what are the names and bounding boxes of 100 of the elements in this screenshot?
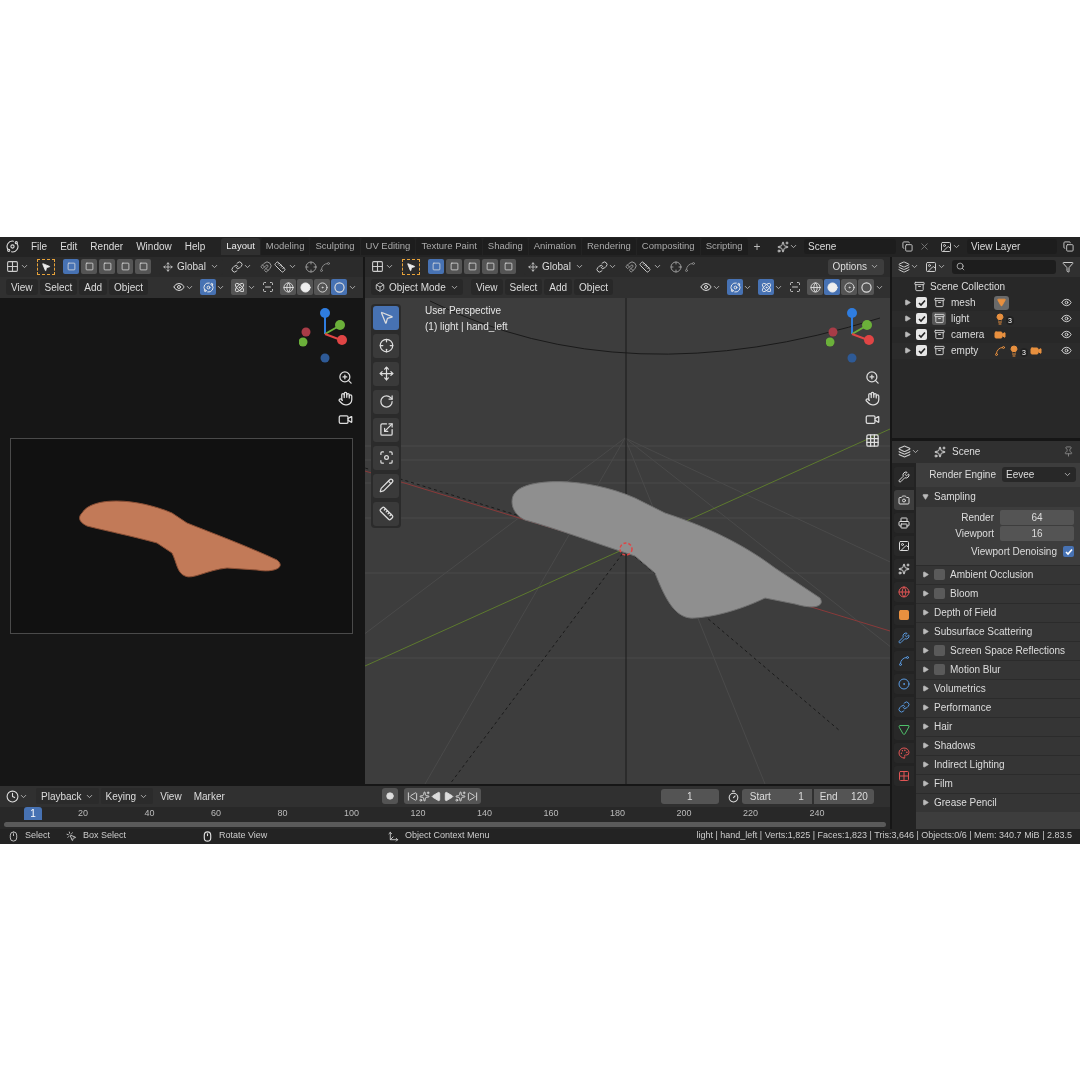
pivot-icon[interactable] [595,260,608,273]
workspace-tab[interactable]: Modeling [260,238,310,255]
render-engine-dropdown[interactable]: Eevee [1002,467,1076,482]
jump-end-icon[interactable] [466,790,478,802]
panel-title[interactable]: Shadows [934,738,976,753]
select-mode-button[interactable] [135,259,151,274]
menu-item[interactable]: Edit [54,239,84,254]
mode-dropdown[interactable]: Object Mode [371,279,463,295]
copy-icon[interactable] [1063,241,1074,252]
search-field[interactable] [952,259,1056,274]
play-reverse-icon[interactable] [430,790,442,802]
expand-arrow-icon[interactable] [922,723,929,730]
expand-arrow-icon[interactable] [904,347,911,354]
menu-item[interactable]: Add [544,279,573,295]
grid-icon[interactable] [865,432,880,448]
expand-arrow-icon[interactable] [922,666,929,673]
workspace-tab[interactable]: Animation [528,238,581,255]
proportional-edit-icon[interactable] [669,260,682,273]
tool-button[interactable] [373,473,399,498]
tree-item-label[interactable]: mesh [951,295,989,310]
select-tool-button[interactable] [402,258,420,275]
pin-icon[interactable] [1063,446,1074,457]
menu-item[interactable]: Keying [100,788,154,804]
panel-title[interactable]: Hair [934,719,953,734]
tool-button[interactable] [373,333,399,358]
gizmo-toggle[interactable] [727,279,743,295]
playhead-marker[interactable]: 1 [24,807,42,820]
panel-title[interactable]: Bloom [950,586,979,601]
end-frame-field[interactable]: End 120 [813,788,874,804]
expand-arrow-icon[interactable] [922,590,929,597]
display-mode-icon[interactable] [898,260,910,273]
select-mode-button[interactable] [99,259,115,274]
number-field[interactable]: 16 [1000,525,1074,541]
add-workspace-button[interactable]: + [748,237,766,256]
menu-item[interactable]: View [6,279,38,295]
select-mode-button[interactable] [81,259,97,274]
expand-arrow-icon[interactable] [922,685,929,692]
workspace-tab[interactable]: Scripting [700,238,748,255]
expand-arrow-icon[interactable] [922,742,929,749]
workspace-tab[interactable]: Layout [221,238,260,255]
tool-button[interactable] [373,389,399,414]
mesh-data-button[interactable] [994,295,1009,310]
workspace-tab[interactable]: UV Editing [360,238,416,255]
falloff-icon[interactable] [683,260,696,273]
expand-arrow-icon[interactable] [922,761,929,768]
filter-icon[interactable] [1062,260,1074,273]
workspace-tab[interactable]: Rendering [582,238,636,255]
select-tool-button[interactable] [37,258,55,275]
snap-icon[interactable] [259,260,272,273]
zoom-icon[interactable] [865,369,880,385]
view-layer-icon[interactable] [940,240,952,253]
panel-header[interactable]: Sampling [916,486,1080,507]
tree-item-label[interactable]: empty [951,343,989,358]
checkbox[interactable] [916,329,927,340]
shading-button[interactable] [841,279,857,295]
expand-arrow-icon[interactable] [922,628,929,635]
menu-item[interactable]: Object [109,279,148,295]
menu-item[interactable]: Add [79,279,108,295]
properties-tab[interactable] [894,719,914,740]
tool-button[interactable] [373,305,399,330]
scrollbar[interactable] [4,822,886,827]
checkbox[interactable] [916,313,927,324]
visibility-icon[interactable] [1061,345,1072,356]
lightbulb-icon[interactable] [1008,344,1020,357]
lightbulb-icon[interactable] [994,312,1006,325]
current-frame-field[interactable]: 1 [660,788,719,804]
visibility-icon[interactable] [700,281,712,293]
properties-tab[interactable] [894,489,914,510]
close-icon[interactable] [919,241,930,252]
menu-item[interactable]: Object [574,279,613,295]
expand-arrow-icon[interactable] [904,299,911,306]
tool-button[interactable] [373,501,399,526]
expand-arrow-icon[interactable] [922,780,929,787]
view-layer-icon[interactable] [925,260,937,273]
copy-icon[interactable] [902,241,913,252]
menu-item[interactable]: Marker [188,788,230,804]
select-mode-button[interactable] [500,259,516,274]
menu-item[interactable]: Playback [36,788,99,804]
expand-arrow-icon[interactable] [904,331,911,338]
visibility-icon[interactable] [1061,297,1072,308]
tool-button[interactable] [373,417,399,442]
select-mode-button[interactable] [446,259,462,274]
shading-button[interactable] [280,279,296,295]
expand-arrow-icon[interactable] [922,571,929,578]
snap-increment-icon[interactable] [638,260,651,273]
expand-arrow-icon[interactable] [904,315,911,322]
camera-icon[interactable] [1029,344,1042,357]
tree-item-label[interactable]: camera [951,327,989,342]
menu-item[interactable]: Select [504,279,543,295]
menu-item[interactable]: View [471,279,503,295]
menu-item[interactable]: View [155,788,187,804]
scene-icon[interactable] [777,240,789,253]
timer-icon[interactable] [726,789,740,803]
expand-arrow-icon[interactable] [922,799,929,806]
properties-tab[interactable] [894,535,914,556]
overlay-toggle[interactable] [231,279,247,295]
jump-start-icon[interactable] [406,790,418,802]
tree-item-label[interactable]: Scene Collection [930,279,1006,294]
pivot-icon[interactable] [230,260,243,273]
zoom-icon[interactable] [338,369,353,385]
